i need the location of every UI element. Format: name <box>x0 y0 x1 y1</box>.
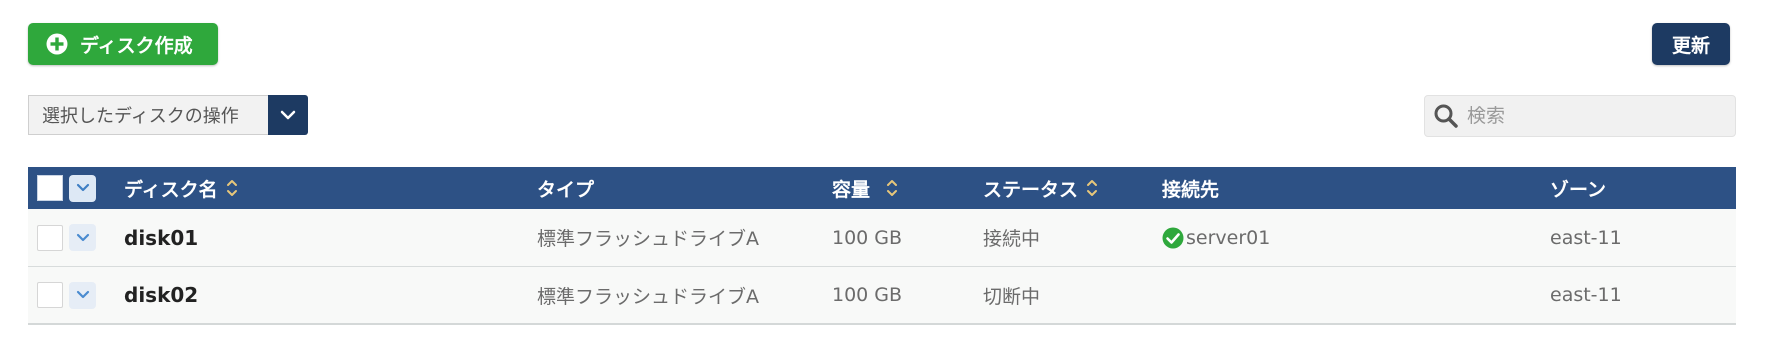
column-header-capacity[interactable]: 容量 <box>832 175 898 202</box>
column-header-connected-label: 接続先 <box>1162 178 1220 201</box>
row-checkbox[interactable] <box>37 282 63 308</box>
disk-type: 標準フラッシュドライブA <box>537 228 759 250</box>
row-checkbox[interactable] <box>37 224 63 251</box>
refresh-label: 更新 <box>1671 34 1710 57</box>
disk-table: ディスク名 タイプ 容量 ステータス 接続先 ゾーン disk01 標準フラッシ… <box>28 167 1736 325</box>
disk-zone: east-11 <box>1550 226 1622 249</box>
select-all-checkbox[interactable] <box>37 175 63 201</box>
sort-icon <box>226 180 237 196</box>
column-header-type-label: タイプ <box>537 178 595 201</box>
disk-status: 接続中 <box>983 228 1041 250</box>
disk-type: 標準フラッシュドライブA <box>537 285 759 308</box>
search-box[interactable] <box>1424 95 1736 137</box>
create-disk-button[interactable]: ディスク作成 <box>28 23 218 65</box>
check-circle-icon <box>1162 227 1184 248</box>
chevron-down-icon <box>76 233 89 241</box>
row-expand-toggle[interactable] <box>69 224 96 251</box>
disk-capacity: 100 GB <box>832 284 903 306</box>
chevron-down-icon <box>76 183 89 192</box>
bulk-action-label[interactable]: 選択したディスクの操作 <box>28 95 268 135</box>
disk-status: 切断中 <box>983 285 1041 308</box>
table-row[interactable]: disk01 標準フラッシュドライブA 100 GB 接続中 server01 … <box>28 209 1736 267</box>
bulk-action-dropdown[interactable]: 選択したディスクの操作 <box>28 95 308 135</box>
column-header-name[interactable]: ディスク名 <box>124 175 238 202</box>
sort-icon <box>1087 180 1098 196</box>
disk-list-page: ディスク作成 更新 選択したディスクの操作 検索 ディスク名 タイプ 容量 ステ… <box>0 0 1765 352</box>
column-header-capacity-label: 容量 <box>832 178 871 201</box>
connected-server-link[interactable]: server01 <box>1186 227 1270 249</box>
table-header: ディスク名 タイプ 容量 ステータス 接続先 ゾーン <box>28 167 1736 209</box>
sort-icon <box>887 180 898 196</box>
column-header-zone: ゾーン <box>1550 175 1606 202</box>
create-disk-label: ディスク作成 <box>80 34 193 57</box>
table-row[interactable]: disk02 標準フラッシュドライブA 100 GB 切断中 east-11 <box>28 267 1736 325</box>
disk-name[interactable]: disk02 <box>124 283 198 307</box>
disk-capacity: 100 GB <box>832 226 903 249</box>
refresh-button[interactable]: 更新 <box>1652 23 1730 65</box>
disk-name[interactable]: disk01 <box>124 226 198 250</box>
column-header-status[interactable]: ステータス <box>983 175 1098 202</box>
column-header-status-label: ステータス <box>983 178 1079 201</box>
disk-zone: east-11 <box>1550 284 1622 306</box>
disk-connected-to: server01 <box>1162 227 1270 249</box>
expand-all-toggle[interactable] <box>69 174 96 202</box>
row-expand-toggle[interactable] <box>69 281 96 309</box>
column-header-type: タイプ <box>537 175 594 202</box>
plus-circle-icon <box>46 33 68 55</box>
chevron-down-icon <box>280 110 296 120</box>
column-header-zone-label: ゾーン <box>1550 178 1607 201</box>
search-input[interactable] <box>1467 105 1727 127</box>
chevron-down-icon <box>76 290 89 299</box>
bulk-action-toggle[interactable] <box>268 95 308 135</box>
column-header-connected: 接続先 <box>1162 175 1219 202</box>
search-icon <box>1434 104 1458 128</box>
column-header-name-label: ディスク名 <box>124 178 218 201</box>
